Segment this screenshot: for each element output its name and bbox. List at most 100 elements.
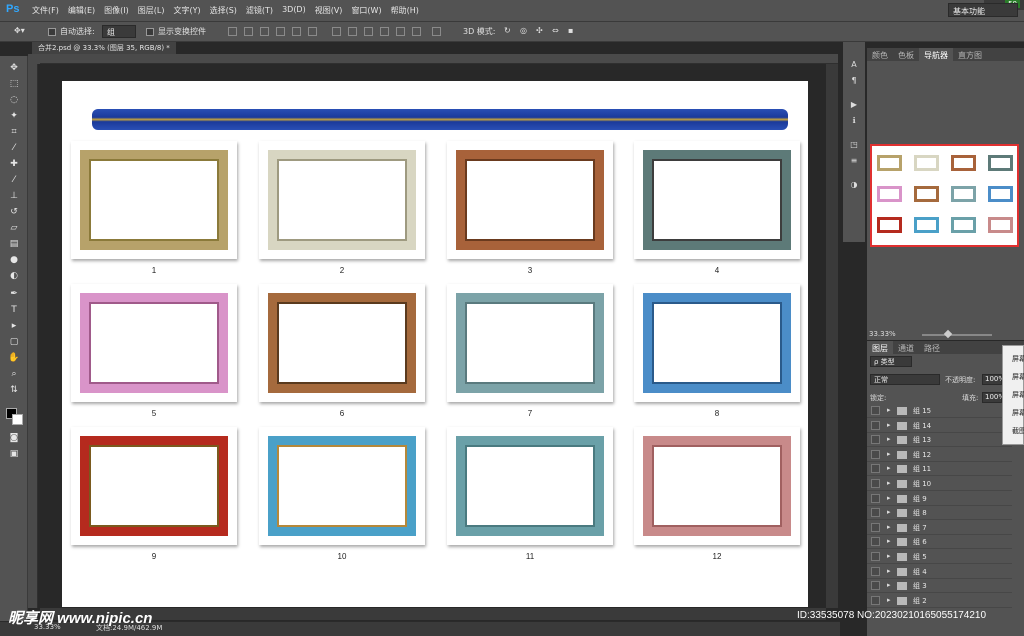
visibility-eye-icon[interactable]	[871, 464, 880, 474]
layer-row[interactable]: ▸ 组 2	[867, 594, 1012, 608]
layer-row[interactable]: ▸ 组 15	[867, 404, 1012, 418]
menu-window[interactable]: 窗口(W)	[351, 5, 381, 16]
3d-scale-icon[interactable]: ▪	[568, 26, 573, 35]
context-menu-item[interactable]: 截图	[1012, 426, 1024, 436]
menu-edit[interactable]: 编辑(E)	[68, 5, 95, 16]
visibility-eye-icon[interactable]	[871, 537, 880, 547]
move-tool-icon[interactable]: ✥▾	[14, 26, 25, 35]
menu-filter[interactable]: 滤镜(T)	[246, 5, 273, 16]
tab-color[interactable]: 颜色	[867, 48, 893, 61]
align-top-icon[interactable]	[228, 27, 237, 36]
tab-paths[interactable]: 路径	[919, 341, 945, 354]
visibility-eye-icon[interactable]	[871, 595, 880, 605]
layer-row[interactable]: ▸ 组 12	[867, 448, 1012, 462]
context-menu-item[interactable]: 屏幕	[1012, 390, 1024, 400]
menu-layer[interactable]: 图层(L)	[138, 5, 165, 16]
distribute-hcenter-icon[interactable]	[396, 27, 405, 36]
menu-image[interactable]: 图像(I)	[104, 5, 129, 16]
visibility-eye-icon[interactable]	[871, 449, 880, 459]
fill-input[interactable]: 100%	[982, 392, 1005, 403]
menu-help[interactable]: 帮助(H)	[391, 5, 419, 16]
expand-triangle-icon[interactable]: ▸	[887, 421, 891, 429]
expand-triangle-icon[interactable]: ▸	[887, 567, 891, 575]
pen-tool-icon[interactable]: ✒	[8, 288, 20, 300]
navigator-view-box[interactable]	[870, 144, 1019, 247]
distribute-vcenter-icon[interactable]	[348, 27, 357, 36]
hand-tool-icon[interactable]: ✋	[8, 352, 20, 364]
expand-triangle-icon[interactable]: ▸	[887, 450, 891, 458]
shape-tool-icon[interactable]: ▢	[8, 336, 20, 348]
gradient-tool-icon[interactable]: ▤	[8, 238, 20, 250]
visibility-eye-icon[interactable]	[871, 522, 880, 532]
tab-navigator[interactable]: 导航器	[919, 48, 953, 61]
visibility-eye-icon[interactable]	[871, 566, 880, 576]
layer-row[interactable]: ▸ 组 3	[867, 579, 1012, 594]
navigator-zoom-slider[interactable]	[922, 334, 992, 336]
3d-slide-icon[interactable]: ⇔	[552, 26, 559, 35]
context-menu-item[interactable]: 屏幕	[1012, 372, 1024, 382]
navigator-zoom-value[interactable]: 33.33%	[869, 330, 896, 338]
expand-triangle-icon[interactable]: ▸	[887, 552, 891, 560]
workspace-dropdown[interactable]: 基本功能	[948, 3, 1018, 17]
vertical-ruler[interactable]	[28, 64, 38, 608]
layer-row[interactable]: ▸ 组 4	[867, 565, 1012, 579]
auto-select-checkbox[interactable]: 自动选择:	[48, 26, 95, 37]
context-menu-item[interactable]: 屏幕	[1012, 408, 1024, 418]
visibility-eye-icon[interactable]	[871, 479, 880, 488]
distribute-top-icon[interactable]	[332, 27, 341, 36]
layer-row[interactable]: ▸ 组 11	[867, 462, 1012, 477]
distribute-bottom-icon[interactable]	[364, 27, 373, 36]
horizontal-scrollbar[interactable]	[40, 608, 826, 620]
eraser-tool-icon[interactable]: ▱	[8, 222, 20, 234]
visibility-eye-icon[interactable]	[871, 581, 880, 591]
history-brush-icon[interactable]: ↺	[8, 206, 20, 218]
3d-rotate-icon[interactable]: ↻	[504, 26, 511, 35]
lasso-tool-icon[interactable]: ◌	[8, 94, 20, 106]
menu-select[interactable]: 选择(S)	[210, 5, 237, 16]
vertical-scrollbar[interactable]	[826, 64, 838, 608]
menu-view[interactable]: 视图(V)	[315, 5, 343, 16]
actions-panel-icon[interactable]: ▶	[849, 100, 859, 110]
show-transform-checkbox[interactable]: 显示变换控件	[146, 26, 206, 37]
visibility-eye-icon[interactable]	[871, 552, 880, 561]
zoom-tool-icon[interactable]: ⌕	[8, 368, 20, 380]
align-bottom-icon[interactable]	[260, 27, 269, 36]
visibility-eye-icon[interactable]	[871, 493, 880, 503]
blend-mode-dropdown[interactable]: 正常	[870, 374, 940, 385]
tab-channels[interactable]: 通道	[893, 341, 919, 354]
layer-row[interactable]: ▸ 组 14	[867, 419, 1012, 433]
document-tab[interactable]: 合并2.psd @ 33.3% (图层 35, RGB/8) *	[32, 42, 176, 54]
expand-triangle-icon[interactable]: ▸	[887, 581, 891, 589]
path-select-icon[interactable]: ▸	[8, 320, 20, 332]
visibility-eye-icon[interactable]	[871, 508, 880, 518]
healing-brush-icon[interactable]: ✚	[8, 158, 20, 170]
3d-drag-icon[interactable]: ✣	[536, 26, 543, 35]
brush-tool-icon[interactable]: ⁄	[8, 174, 20, 186]
expand-triangle-icon[interactable]: ▸	[887, 508, 891, 516]
eyedropper-icon[interactable]: ⁄	[8, 142, 20, 154]
properties-panel-icon[interactable]: ≡	[849, 156, 859, 166]
tab-histogram[interactable]: 直方图	[953, 48, 987, 61]
blur-tool-icon[interactable]: ●	[8, 254, 20, 266]
expand-triangle-icon[interactable]: ▸	[887, 406, 891, 414]
opacity-input[interactable]: 100%	[982, 374, 1005, 385]
info-panel-icon[interactable]: ℹ	[849, 116, 859, 126]
layer-row[interactable]: ▸ 组 9	[867, 492, 1012, 506]
expand-triangle-icon[interactable]: ▸	[887, 537, 891, 545]
expand-triangle-icon[interactable]: ▸	[887, 435, 891, 443]
menu-3d[interactable]: 3D(D)	[282, 5, 306, 16]
auto-select-dropdown[interactable]: 组	[102, 25, 136, 38]
menu-type[interactable]: 文字(Y)	[173, 5, 200, 16]
paragraph-panel-icon[interactable]: ¶	[849, 76, 859, 86]
layer-row[interactable]: ▸ 组 7	[867, 521, 1012, 535]
align-right-icon[interactable]	[308, 27, 317, 36]
move-tool-icon[interactable]: ✥	[8, 62, 20, 74]
expand-triangle-icon[interactable]: ▸	[887, 464, 891, 472]
layer-kind-filter[interactable]: ρ 类型	[870, 356, 912, 367]
background-color-swatch[interactable]	[12, 414, 23, 425]
expand-triangle-icon[interactable]: ▸	[887, 479, 891, 487]
layer-row[interactable]: ▸ 组 10	[867, 477, 1012, 491]
3d-roll-icon[interactable]: ◎	[520, 26, 527, 35]
auto-align-icon[interactable]	[432, 27, 441, 36]
horizontal-ruler[interactable]	[40, 54, 838, 64]
